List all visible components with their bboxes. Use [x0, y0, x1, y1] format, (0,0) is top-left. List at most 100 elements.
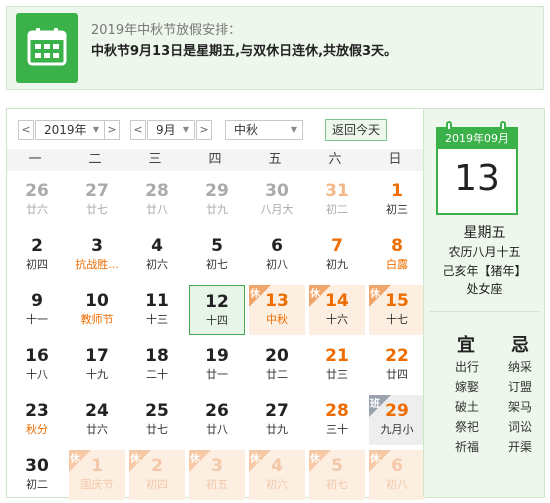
- prev-month-button[interactable]: <: [130, 120, 146, 140]
- holiday-tag: 休: [369, 450, 391, 472]
- day-cell[interactable]: 休 13 中秋: [249, 285, 305, 335]
- day-cell[interactable]: 休 3 初五: [189, 450, 245, 500]
- lunar-label: 国庆节: [80, 478, 114, 491]
- day-cell[interactable]: 25 廿七: [129, 395, 185, 445]
- day-cell[interactable]: 16 十八: [9, 340, 65, 390]
- day-cell[interactable]: 26 廿六: [9, 175, 65, 225]
- day-cell[interactable]: 3 抗战胜...: [69, 230, 125, 280]
- day-cell[interactable]: 30 初二: [9, 450, 65, 500]
- day-detail-panel: 2019年09月 13 星期五 农历八月十五 己亥年【猪年】 处女座 宜 忌 出…: [423, 109, 544, 497]
- lunar-label: 二十: [146, 368, 168, 381]
- day-cell[interactable]: 20 廿二: [249, 340, 305, 390]
- day-number: 9: [31, 291, 43, 311]
- day-cell[interactable]: 7 初九: [309, 230, 365, 280]
- day-number: 12: [205, 292, 229, 312]
- lunar-label: 白露: [386, 258, 408, 271]
- day-cell[interactable]: 29 廿九: [189, 175, 245, 225]
- lunar-label: 廿六: [26, 203, 48, 216]
- holiday-banner: 2019年中秋节放假安排： 中秋节9月13日是星期五,与双休日连休,共放假3天。: [6, 6, 544, 90]
- day-cell[interactable]: 休 1 国庆节: [69, 450, 125, 500]
- day-number: 10: [85, 291, 109, 311]
- day-cell[interactable]: 1 初三: [369, 175, 425, 225]
- day-number: 23: [25, 401, 49, 421]
- day-cell[interactable]: 9 十一: [9, 285, 65, 335]
- divider: [430, 311, 539, 312]
- month-select-value: 9月: [156, 123, 176, 137]
- day-cell[interactable]: 26 廿八: [189, 395, 245, 445]
- day-cell[interactable]: 4 初六: [129, 230, 185, 280]
- day-cell[interactable]: 休 2 初四: [129, 450, 185, 500]
- day-number: 27: [265, 401, 289, 421]
- day-cell[interactable]: 8 白露: [369, 230, 425, 280]
- lunar-label: 十三: [146, 313, 168, 326]
- day-cell[interactable]: 30 八月大: [249, 175, 305, 225]
- day-cell[interactable]: 17 十九: [69, 340, 125, 390]
- day-cell[interactable]: 10 教师节: [69, 285, 125, 335]
- holiday-tag: 休: [69, 450, 91, 472]
- day-number: 17: [85, 346, 109, 366]
- day-cell[interactable]: 休 14 十六: [309, 285, 365, 335]
- chevron-down-icon: ▼: [182, 125, 189, 134]
- tag-label: 休: [70, 454, 80, 465]
- lunar-label: 三十: [326, 423, 348, 436]
- day-cell[interactable]: 休 6 初八: [369, 450, 425, 500]
- day-cell[interactable]: 27 廿七: [69, 175, 125, 225]
- lunar-label: 抗战胜...: [75, 258, 119, 271]
- lunar-label: 廿二: [266, 368, 288, 381]
- lunar-label: 初二: [26, 478, 48, 491]
- day-cell[interactable]: 24 廿六: [69, 395, 125, 445]
- day-number: 21: [325, 346, 349, 366]
- lunar-label: 中秋: [266, 313, 288, 326]
- day-cell[interactable]: 27 廿九: [249, 395, 305, 445]
- ji-item: 开渠: [508, 440, 533, 454]
- day-cell[interactable]: 休 5 初七: [309, 450, 365, 500]
- prev-year-button[interactable]: <: [18, 120, 34, 140]
- weekday-label: 一: [28, 152, 42, 167]
- chevron-down-icon: ▼: [290, 125, 297, 134]
- day-cell[interactable]: 休 15 十七: [369, 285, 425, 335]
- day-cell[interactable]: 6 初八: [249, 230, 305, 280]
- day-cell[interactable]: 18 二十: [129, 340, 185, 390]
- day-cell[interactable]: 2 初四: [9, 230, 65, 280]
- lunar-label: 廿九: [206, 203, 228, 216]
- lunar-label: 初七: [326, 478, 348, 491]
- lunar-label: 初五: [206, 478, 228, 491]
- day-cell[interactable]: 11 十三: [129, 285, 185, 335]
- holiday-tag: 休: [309, 450, 331, 472]
- yi-item: 出行: [455, 360, 480, 374]
- lunar-label: 初四: [146, 478, 168, 491]
- holiday-select[interactable]: 中秋 ▼: [225, 120, 303, 140]
- tag-label: 休: [190, 454, 200, 465]
- day-cell[interactable]: 5 初七: [189, 230, 245, 280]
- lunar-label: 初八: [386, 478, 408, 491]
- holiday-tag: 休: [249, 450, 271, 472]
- next-year-button[interactable]: >: [104, 120, 120, 140]
- today-button[interactable]: 返回今天: [325, 119, 387, 141]
- day-cell[interactable]: 休 4 初六: [249, 450, 305, 500]
- selected-month: 2019年09月: [438, 129, 516, 149]
- year-select[interactable]: 2019年 ▼: [35, 120, 105, 140]
- tag-label: 班: [370, 399, 380, 410]
- next-month-button[interactable]: >: [196, 120, 212, 140]
- day-cell[interactable]: 19 廿一: [189, 340, 245, 390]
- day-number: 26: [205, 401, 229, 421]
- day-cell[interactable]: 班 29 九月小: [369, 395, 425, 445]
- tag-label: 休: [370, 289, 380, 300]
- day-cell[interactable]: 22 廿四: [369, 340, 425, 390]
- day-cell[interactable]: 28 三十: [309, 395, 365, 445]
- tag-label: 休: [310, 454, 320, 465]
- day-cell[interactable]: 31 初二: [309, 175, 365, 225]
- day-cell[interactable]: 23 秋分: [9, 395, 65, 445]
- selected-date-card: 2019年09月 13: [436, 121, 518, 215]
- day-cell[interactable]: 21 廿三: [309, 340, 365, 390]
- lunar-date: 农历八月十五: [448, 245, 521, 259]
- tag-label: 休: [250, 454, 260, 465]
- day-cell[interactable]: 12 十四: [189, 285, 245, 335]
- month-select[interactable]: 9月 ▼: [147, 120, 195, 140]
- day-number: 29: [205, 181, 229, 201]
- day-cell[interactable]: 28 廿八: [129, 175, 185, 225]
- ji-label: 忌: [511, 335, 529, 356]
- banner-text: 中秋节9月13日是星期五,与双休日连休,共放假3天。: [91, 44, 398, 59]
- day-number: 30: [25, 456, 49, 476]
- calendar-widget: < 2019年 ▼ > < 9月 ▼ > 中秋 ▼ 返回今天 一 二 三 四 五 六 日 2…: [6, 108, 545, 500]
